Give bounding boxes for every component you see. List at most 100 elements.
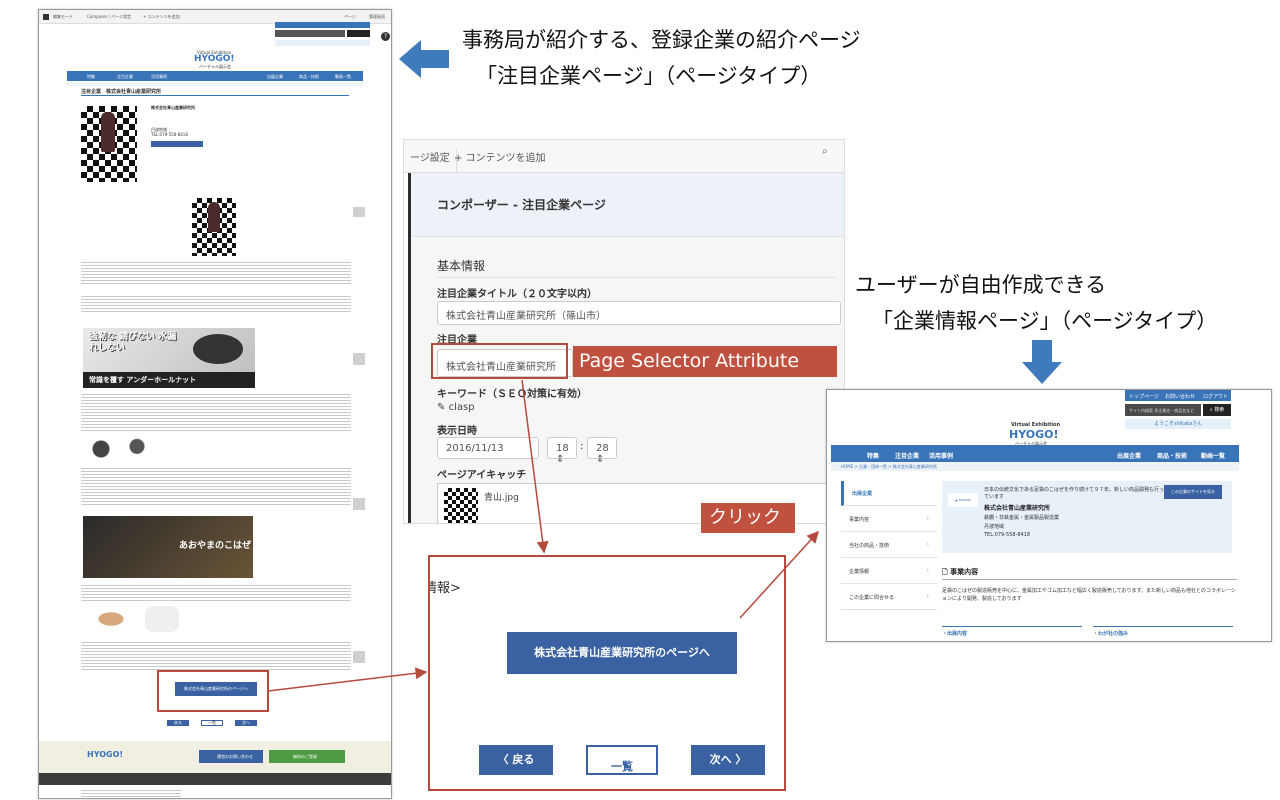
footer-register-button[interactable]: 無料のご登録 <box>269 750 345 763</box>
welcome-text: ようこそshikataさん <box>1125 419 1231 429</box>
company-site-button[interactable]: この企業のサイトを見る <box>1164 485 1222 499</box>
composer-tabs: ージ設定 + コンテンツを追加 ⌕ <box>404 140 844 173</box>
right-nav-exhibitors[interactable]: 出展企業 <box>1117 451 1141 460</box>
banner-caption: 常識を覆す アンダーホールナット <box>83 372 255 388</box>
left-page-screenshot: 編集モード Composer / ページ設定 + コンテンツを追加 ページ 管理… <box>38 9 392 799</box>
zoom-list-button[interactable]: 一覧 <box>586 745 658 775</box>
footer-logo[interactable]: HYOGO! <box>87 750 123 759</box>
pencil-icon: ✎ <box>437 402 446 413</box>
body-text <box>81 392 351 432</box>
right-breadcrumb[interactable]: HOME > 企業・団体一覧 > 株式会社青山産業研究所 <box>831 462 1239 471</box>
company-intro: 日本の伝統文化である足袋のこはぜを作り続けて９７年。新しい商品開発も行っています <box>984 487 1164 500</box>
help-icon[interactable]: ? <box>381 32 390 41</box>
logo-sub: バーチャル展示会 <box>199 64 231 69</box>
arrow-down-icon <box>1022 340 1062 384</box>
right-nav-products[interactable]: 商品・技術 <box>1157 451 1187 460</box>
nav-videos[interactable]: 動画一覧 <box>335 74 351 80</box>
nav-featured-company[interactable]: 注目企業 <box>117 74 133 80</box>
right-logo-main[interactable]: HYOGO! <box>1009 428 1059 441</box>
kohaze-banner-text: あおやまのこはぜ <box>179 541 252 551</box>
footer-contact-button[interactable]: 運営のお問い合わせ <box>199 750 263 763</box>
zoom-next-button[interactable]: 次へ 〉 <box>691 745 765 775</box>
body-text <box>81 640 351 670</box>
back-button[interactable]: 戻る <box>167 720 189 726</box>
callout-company-line1: ユーザーが自由作成できる <box>855 273 1107 297</box>
field-title-input[interactable]: 株式会社青山産業研究所（篠山市） <box>437 301 841 325</box>
toolbar-composer[interactable]: Composer / ページ設定 <box>87 14 131 20</box>
edit-block-handle[interactable] <box>353 207 365 217</box>
company-name: 株式会社青山産業研究所 <box>151 105 195 110</box>
right-search-button[interactable]: ⌕ 検索 <box>1203 404 1231 416</box>
detail-button[interactable] <box>151 141 203 147</box>
field-eyecatch-label: ページアイキャッチ <box>437 470 527 481</box>
nav-exhibitors[interactable]: 出展企業 <box>267 74 283 80</box>
right-nav-feature[interactable]: 特集 <box>867 451 879 460</box>
link-top-page[interactable]: トップページ <box>1129 393 1159 400</box>
nut-image <box>193 334 243 364</box>
nav-case-study[interactable]: 活用事例 <box>151 74 167 80</box>
composer-title: コンポーザー - 注目企業ページ <box>437 198 606 212</box>
footer-nav <box>39 773 391 785</box>
zoom-back-button[interactable]: 〈 戻る <box>479 745 553 775</box>
side-item-products[interactable]: 当社の商品・技術 › <box>841 533 937 558</box>
company-photo <box>81 106 137 182</box>
toolbar-page[interactable]: ページ <box>344 14 356 20</box>
cms-logo-icon <box>43 14 49 20</box>
right-company-name: 株式会社青山産業研究所 <box>984 505 1051 512</box>
portrait-image <box>192 198 236 256</box>
top-links-bar[interactable] <box>275 22 370 28</box>
hour-select[interactable]: 18 ⇕ <box>547 437 577 465</box>
company-page-button[interactable]: 株式会社青山産業研究所のページへ <box>175 682 257 696</box>
date-input[interactable]: 2016/11/13 <box>437 437 539 459</box>
minute-select[interactable]: 28 ⇕ <box>587 437 617 465</box>
toolbar-admin[interactable]: 管理画面 <box>369 14 385 20</box>
link-logout[interactable]: ログアウト <box>1203 393 1228 400</box>
eyecatch-thumbnail <box>444 488 478 523</box>
nav-products[interactable]: 商品・技術 <box>299 74 319 80</box>
edit-block-handle[interactable] <box>353 651 365 663</box>
right-nav-case[interactable]: 活用事例 <box>929 451 953 460</box>
time-colon: : <box>580 441 584 452</box>
link-contact[interactable]: お問い合わせ <box>1165 393 1195 400</box>
zoom-company-page-button[interactable]: 株式会社青山産業研究所のページへ <box>507 632 737 674</box>
body-text <box>81 294 351 314</box>
side-item-business[interactable]: 事業内容 › <box>841 507 937 532</box>
page-title: 注目企業 株式会社青山産業研究所 <box>81 89 162 95</box>
side-item-exhibitor[interactable]: 出展企業 <box>841 481 937 506</box>
right-tel: TEL:079-558-8418 <box>984 532 1031 538</box>
toolbar-add-content[interactable]: + コンテンツを追加 <box>143 14 180 20</box>
list-button[interactable]: 一覧 <box>201 720 223 726</box>
company-tel: TEL:079-558-8418 <box>151 132 188 137</box>
edit-block-handle[interactable] <box>353 498 365 510</box>
click-label: クリック <box>701 503 795 533</box>
page-selector-highlight <box>431 343 568 379</box>
section-divider <box>942 579 1237 580</box>
sub-exhibits: ・出展内容 <box>942 626 1082 637</box>
field-keyword-value[interactable]: ✎ clasp <box>437 402 475 413</box>
next-button[interactable]: 次へ <box>235 720 257 726</box>
tab-page-settings[interactable]: ージ設定 <box>404 149 457 173</box>
side-item-inquiry[interactable]: この企業に問合せる › <box>841 585 937 610</box>
search-icon[interactable]: ⌕ <box>822 146 828 157</box>
side-item-company-info[interactable]: 企業情報 › <box>841 559 937 584</box>
title-divider <box>81 95 349 96</box>
business-section-title: 🗋 事業内容 <box>942 568 979 576</box>
search-button[interactable] <box>347 30 370 37</box>
section-basic-info: 基本情報 <box>437 259 486 273</box>
kohaze-image <box>145 606 179 632</box>
edit-block-handle[interactable] <box>353 353 365 365</box>
body-text <box>81 583 351 601</box>
company-logo-icon: ▲ AOYAMA <box>948 493 978 507</box>
search-input[interactable] <box>275 30 345 37</box>
right-nav-videos[interactable]: 動画一覧 <box>1201 451 1225 460</box>
breadcrumb <box>67 82 363 86</box>
nav-feature[interactable]: 特集 <box>87 74 95 80</box>
footer-band: HYOGO! 運営のお問い合わせ 無料のご登録 <box>39 741 391 773</box>
zoom-partial-text: 情報> <box>430 581 461 596</box>
toolbar-edit-mode[interactable]: 編集モード <box>53 14 73 20</box>
kohaze-banner: あおやまのこはぜ <box>83 516 253 578</box>
right-nav-featured[interactable]: 注目企業 <box>895 451 919 460</box>
logo-main[interactable]: HYOGO! <box>194 54 235 64</box>
right-search-input[interactable]: サイト内検索 多企業名・商品名など <box>1125 404 1201 416</box>
tab-add-content[interactable]: + コンテンツを追加 <box>454 149 546 164</box>
